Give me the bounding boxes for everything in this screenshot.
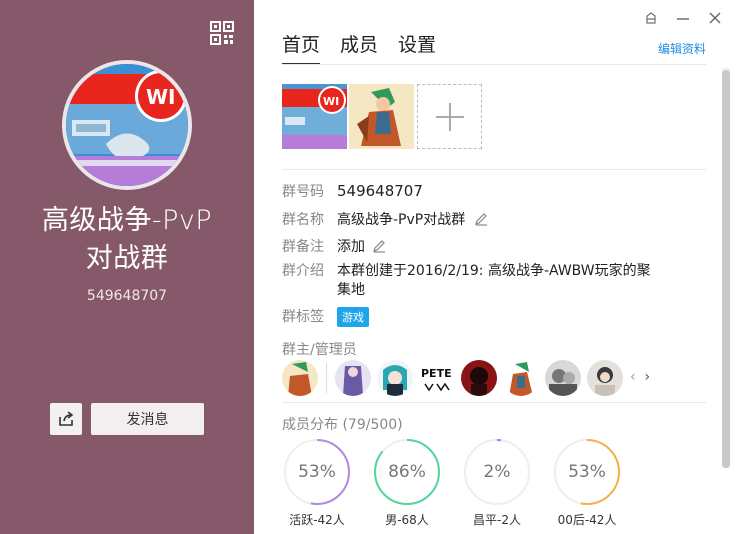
group-remark-label: 群备注: [282, 239, 324, 255]
group-number: 549648707: [86, 288, 168, 304]
plus-icon: [435, 102, 464, 131]
admin-avatar[interactable]: [335, 360, 371, 396]
stat-ring: 53%: [282, 437, 352, 507]
group-avatar[interactable]: WI: [66, 64, 188, 186]
group-detail-panel: 首页 成员 设置 编辑资料 WI 群号码 549648707 群名称 高级战争-…: [254, 0, 737, 534]
stat-percent: 86%: [388, 462, 426, 482]
add-photo-button[interactable]: [417, 84, 482, 149]
send-message-button[interactable]: 发消息: [91, 403, 204, 435]
chevron-right-icon[interactable]: ›: [645, 369, 651, 385]
divider: [282, 402, 706, 403]
qr-code-icon[interactable]: [210, 21, 234, 45]
scrollbar-thumb[interactable]: [722, 70, 730, 468]
group-name-label: 群名称: [282, 212, 324, 228]
stat-age[interactable]: 53% 00后-42人: [552, 437, 622, 528]
stat-region[interactable]: 2% 昌平-2人: [462, 437, 532, 528]
divider: [282, 169, 706, 170]
stat-active[interactable]: 53% 活跃-42人: [282, 437, 352, 528]
edit-profile-link[interactable]: 编辑资料: [658, 40, 706, 57]
group-profile-window: WI 高级战争-PvP 对战群 549648707 发消息 首页 成员 设置 编…: [0, 0, 737, 534]
stat-ring: 53%: [552, 437, 622, 507]
stat-caption: 昌平-2人: [473, 513, 521, 527]
group-intro-text: 本群创建于2016/2/19: 高级战争-AWBW玩家的聚 集地: [337, 262, 697, 300]
group-intro-row: 群介绍 本群创建于2016/2/19: 高级战争-AWBW玩家的聚 集地: [282, 262, 697, 300]
group-remark-row: 群备注 添加: [282, 236, 386, 256]
group-id-row: 群号码 549648707: [282, 181, 423, 201]
svg-text:WI: WI: [323, 95, 339, 108]
edit-remark-icon[interactable]: [372, 239, 386, 253]
divider: [282, 64, 706, 65]
group-id-value: 549648707: [337, 182, 423, 200]
photo-thumbnail[interactable]: WI: [282, 84, 347, 149]
stat-ring: 86%: [372, 437, 442, 507]
admin-pager: ‹ ›: [630, 369, 650, 385]
tab-settings[interactable]: 设置: [398, 30, 436, 65]
stat-caption: 活跃-42人: [289, 513, 345, 527]
stat-percent: 2%: [483, 462, 511, 482]
group-name-row: 群名称 高级战争-PvP对战群: [282, 209, 488, 229]
stat-ring: 2%: [462, 437, 532, 507]
owner-avatar[interactable]: [282, 360, 318, 396]
stat-percent: 53%: [568, 462, 606, 482]
member-distribution-label: 成员分布: [282, 417, 338, 433]
group-tag-row: 群标签 游戏: [282, 306, 369, 327]
stat-percent: 53%: [298, 462, 336, 482]
photo-strip: WI: [282, 84, 482, 149]
admin-avatar[interactable]: [377, 360, 413, 396]
divider: [326, 363, 327, 393]
member-distribution-title: 成员分布 (79/500): [282, 414, 403, 434]
admin-avatar-list: PETE: [282, 360, 623, 396]
admins-label: 群主/管理员: [282, 339, 357, 359]
tab-members[interactable]: 成员: [340, 30, 378, 65]
group-tag-label: 群标签: [282, 309, 324, 325]
admin-avatar[interactable]: [587, 360, 623, 396]
svg-text:PETE: PETE: [421, 367, 452, 380]
svg-text:WI: WI: [146, 85, 176, 109]
minimize-icon[interactable]: [676, 11, 690, 29]
group-title-line2: 对战群: [85, 243, 169, 274]
group-summary-panel: WI 高级战争-PvP 对战群 549648707 发消息: [0, 0, 254, 534]
stat-caption: 00后-42人: [557, 513, 617, 527]
group-intro-line1: 本群创建于2016/2/19: 高级战争-AWBW玩家的聚: [337, 263, 651, 279]
skin-icon[interactable]: [644, 11, 658, 29]
group-title: 高级战争-PvP 对战群: [0, 202, 254, 278]
close-icon[interactable]: [708, 11, 722, 29]
edit-name-icon[interactable]: [474, 212, 488, 226]
stat-gender[interactable]: 86% 男-68人: [372, 437, 442, 528]
tag-badge[interactable]: 游戏: [337, 307, 369, 327]
group-remark-add[interactable]: 添加: [337, 239, 365, 255]
admin-avatar[interactable]: [461, 360, 497, 396]
photo-thumbnail[interactable]: [349, 84, 414, 149]
stat-caption: 男-68人: [385, 513, 429, 527]
group-title-line1: 高级战争-PvP: [41, 205, 213, 236]
admin-avatar[interactable]: PETE: [419, 360, 455, 396]
admin-avatar[interactable]: [545, 360, 581, 396]
tab-home[interactable]: 首页: [282, 30, 321, 65]
group-id-label: 群号码: [282, 184, 324, 200]
admins-label-text: 群主/管理员: [282, 342, 357, 358]
member-stats: 53% 活跃-42人 86% 男-68人 2% 昌平-2人 53% 00后-42…: [282, 437, 622, 528]
group-name-value: 高级战争-PvP对战群: [337, 212, 466, 228]
member-count: (79/500): [342, 417, 403, 433]
share-icon: [59, 411, 74, 426]
share-button[interactable]: [50, 403, 82, 435]
tab-bar: 首页 成员 设置: [282, 30, 436, 65]
admin-avatar[interactable]: [503, 360, 539, 396]
chevron-left-icon[interactable]: ‹: [630, 369, 636, 385]
group-intro-line2: 集地: [337, 282, 365, 298]
group-intro-label: 群介绍: [282, 263, 324, 279]
